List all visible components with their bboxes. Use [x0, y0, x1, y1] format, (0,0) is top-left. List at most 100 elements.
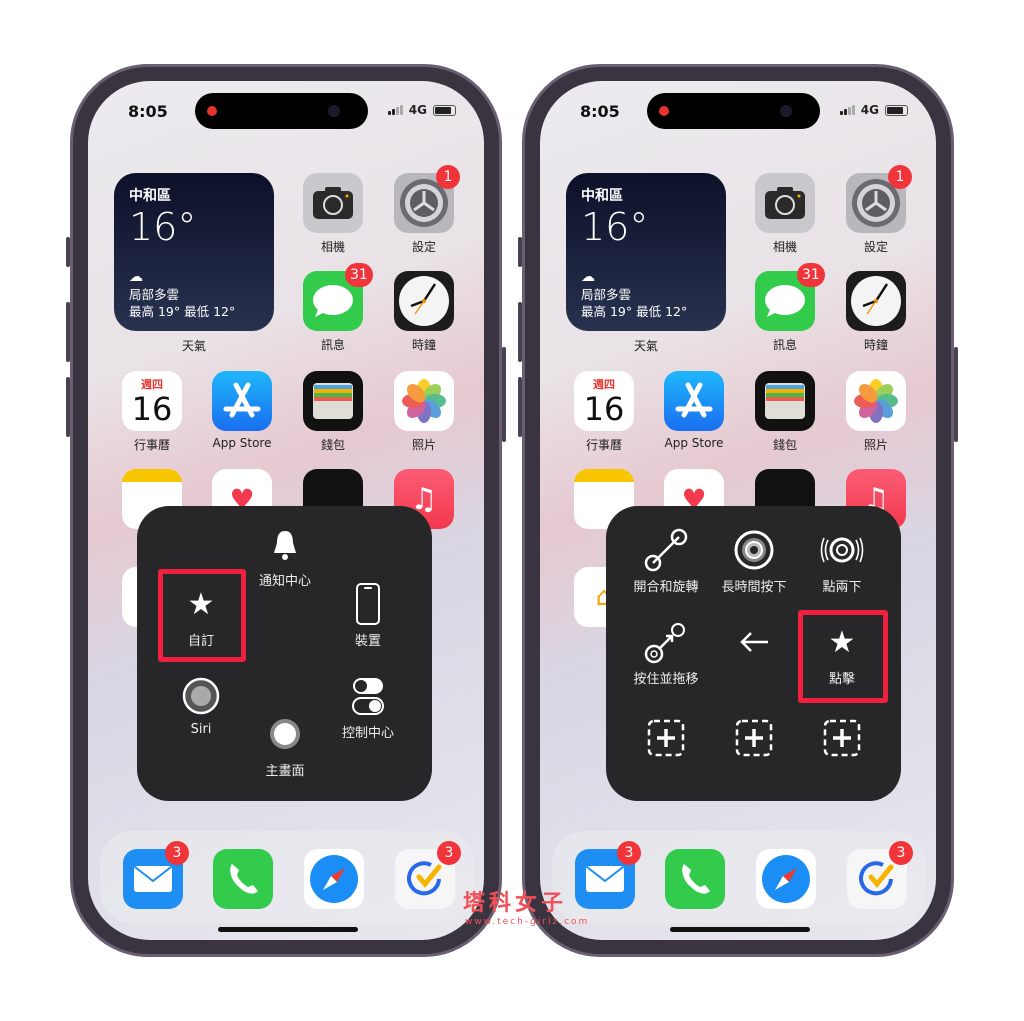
weather-label: 天氣	[181, 339, 206, 353]
app-store-icon[interactable]	[212, 371, 272, 431]
watermark-name: 塔科女子	[463, 891, 568, 916]
app-label: 相機	[772, 240, 797, 254]
watermark-url: www.tech-girlz.com	[465, 917, 590, 927]
notification-badge: 1	[888, 165, 912, 189]
status-time: 8:05	[128, 102, 168, 121]
calendar-day: 16	[131, 390, 173, 428]
photos-icon[interactable]	[846, 371, 906, 431]
menu-item-double-tap[interactable]: 點兩下	[787, 530, 897, 595]
calendar-icon[interactable]: 週四 16	[122, 371, 182, 431]
app-label: 訊息	[772, 338, 797, 352]
network-type: 4G	[860, 103, 879, 117]
home-button-icon	[230, 714, 340, 754]
safari-icon[interactable]	[756, 849, 816, 909]
add-slot-icon	[787, 718, 897, 758]
menu-item-label: 按住並拖移	[633, 672, 699, 687]
app-label: 行事曆	[133, 438, 170, 452]
app-label: 設定	[863, 240, 888, 254]
clock-icon[interactable]	[394, 271, 454, 331]
weather-condition: 局部多雲	[581, 287, 632, 302]
app-label: 訊息	[320, 338, 345, 352]
highlight-box	[798, 610, 888, 703]
weather-widget[interactable]: 中和區 16° ☁ 局部多雲 最高 19° 最低 12°	[114, 173, 274, 331]
toggle-icon	[313, 676, 423, 716]
app-label: 錢包	[772, 438, 797, 452]
signal-icon	[839, 105, 855, 115]
app-label: 行事曆	[585, 438, 622, 452]
calendar-day: 16	[583, 390, 625, 428]
side-button	[66, 237, 70, 267]
double-tap-icon	[787, 530, 897, 570]
phone-icon[interactable]	[665, 849, 725, 909]
weather-condition: 局部多雲	[129, 287, 180, 302]
safari-icon[interactable]	[304, 849, 364, 909]
volume-down-button	[518, 377, 522, 437]
menu-item-home-button[interactable]: 主畫面	[230, 714, 340, 779]
weather-high-low: 最高 19° 最低 12°	[129, 304, 236, 319]
weather-temperature: 16°	[581, 205, 649, 249]
device-icon	[313, 583, 423, 625]
clock-icon[interactable]	[846, 271, 906, 331]
watermark: 塔科女子 www.tech-girlz.com	[425, 885, 589, 927]
notification-badge: 3	[889, 841, 913, 865]
menu-item-device[interactable]: 裝置	[313, 583, 423, 649]
weather-location: 中和區	[581, 188, 623, 204]
notification-badge: 3	[617, 841, 641, 865]
weather-high-low: 最高 19° 最低 12°	[581, 304, 688, 319]
signal-icon	[387, 105, 403, 115]
home-screen: 8:05 4G 中和區 16° ☁ 局部多雲 最高 19° 最低 12° 天氣 相機 1 設定 31 訊…	[540, 81, 936, 940]
app-label: 時鐘	[863, 338, 888, 352]
menu-item-bell[interactable]: 通知中心	[230, 524, 340, 589]
network-type: 4G	[408, 103, 427, 117]
dock: 33	[100, 831, 474, 923]
calendar-icon[interactable]: 週四 16	[574, 371, 634, 431]
wallet-icon[interactable]	[303, 371, 363, 431]
home-indicator	[670, 927, 810, 932]
assistive-touch-menu: 開合和旋轉 長時間按下 點兩下 按住並拖移 ★ 點擊	[606, 506, 901, 801]
dynamic-island	[195, 93, 368, 129]
camera-icon[interactable]	[755, 173, 815, 233]
volume-down-button	[66, 377, 70, 437]
notification-badge: 31	[345, 263, 373, 287]
phone-right: 8:05 4G 中和區 16° ☁ 局部多雲 最高 19° 最低 12° 天氣 相機 1 設定 31 訊…	[518, 64, 958, 957]
weather-condition-block: ☁ 局部多雲最高 19° 最低 12°	[129, 269, 235, 320]
notification-badge: 3	[165, 841, 189, 865]
app-label: 設定	[411, 240, 436, 254]
power-button	[954, 347, 958, 442]
menu-item-label: 點兩下	[822, 580, 862, 595]
volume-up-button	[66, 302, 70, 362]
front-camera	[328, 105, 340, 117]
wallet-icon[interactable]	[755, 371, 815, 431]
weather-widget[interactable]: 中和區 16° ☁ 局部多雲 最高 19° 最低 12°	[566, 173, 726, 331]
weather-label: 天氣	[633, 339, 658, 353]
app-label: App Store	[664, 436, 724, 450]
notification-badge: 1	[436, 165, 460, 189]
assistive-touch-menu: 通知中心 ★ 自訂 裝置 Siri 控制中心 主畫面	[137, 506, 432, 801]
power-button	[502, 347, 506, 442]
phone-icon[interactable]	[213, 849, 273, 909]
status-indicators: 4G	[387, 103, 456, 117]
camera-icon[interactable]	[303, 173, 363, 233]
notification-badge: 31	[797, 263, 825, 287]
app-label: 照片	[411, 438, 436, 452]
weather-condition-block: ☁ 局部多雲 最高 19° 最低 12°	[581, 269, 687, 320]
front-camera	[780, 105, 792, 117]
photos-icon[interactable]	[394, 371, 454, 431]
menu-item-label: 主畫面	[265, 764, 305, 779]
app-label: 時鐘	[411, 338, 436, 352]
side-button	[518, 237, 522, 267]
home-screen: 8:05 4G 中和區 16° ☁ 局部多雲 最高 19° 最低 12° 天氣 相機 1 設定 31 訊…	[88, 81, 484, 940]
notification-badge: 3	[437, 841, 461, 865]
menu-item-add-slot[interactable]	[787, 718, 897, 758]
cloud-moon-icon: ☁	[129, 269, 143, 285]
dynamic-island	[647, 93, 820, 129]
menu-item-label: 裝置	[354, 634, 381, 649]
dock: 33	[552, 831, 926, 923]
bell-icon	[230, 524, 340, 564]
app-label: App Store	[212, 436, 272, 450]
app-store-icon[interactable]	[664, 371, 724, 431]
volume-up-button	[518, 302, 522, 362]
home-indicator	[218, 927, 358, 932]
app-label: 照片	[863, 438, 888, 452]
battery-icon	[885, 104, 908, 116]
